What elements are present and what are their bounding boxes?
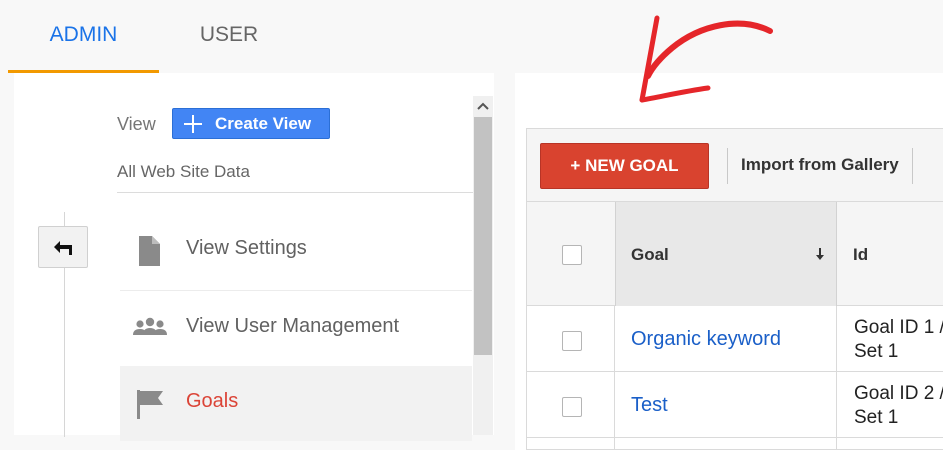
create-view-label: Create View [215,113,312,133]
chevron-up-icon [477,102,489,110]
view-label: View [117,114,156,134]
goal-name-link[interactable]: Test [631,394,668,417]
goal-id-line: Goal ID 2 / [854,383,943,404]
column-separator [836,306,837,450]
view-selector[interactable]: All Web Site Data [117,162,250,182]
goal-set-line: Set 1 [854,407,899,428]
back-arrow-icon [54,241,72,255]
scrollbar-thumb[interactable] [474,117,492,355]
toolbar-separator [727,148,728,184]
goal-name-link[interactable]: Organic keyword [631,328,781,351]
sidebar-item-label: Goals [186,390,239,412]
people-icon [133,317,167,335]
new-goal-button[interactable]: + NEW GOAL [540,143,709,189]
sort-descending-icon [816,248,824,260]
tab-user[interactable]: USER [159,0,299,73]
goal-set-line: Set 1 [854,341,899,362]
goal-id-line: Goal ID 1 / [854,317,943,338]
goal-column-label: Goal [631,245,669,264]
select-all-checkbox[interactable] [562,245,582,265]
tab-admin[interactable]: ADMIN [8,0,159,73]
document-icon [139,236,160,266]
goal-id-cell: Goal ID 1 / Set 1 [854,316,943,364]
row-checkbox[interactable] [562,397,582,417]
column-separator [614,306,615,450]
row-checkbox[interactable] [562,331,582,351]
sidebar-item-label: View User Management [186,315,400,337]
toolbar-separator [912,148,913,184]
scroll-up-button[interactable] [473,96,493,116]
flag-icon [137,390,163,419]
goal-id-cell: Goal ID 2 / Set 1 [854,382,943,430]
sidebar-item-view-user-management[interactable]: View User Management [120,290,472,365]
divider [117,192,473,193]
back-button[interactable] [38,226,88,268]
id-column-label[interactable]: Id [853,245,868,265]
annotation-arrow-icon [639,15,773,103]
sidebar-item-label: View Settings [186,237,307,259]
plus-icon [182,113,204,135]
sidebar-item-view-settings[interactable]: View Settings [120,213,472,288]
import-from-gallery-button[interactable]: Import from Gallery [741,155,899,175]
sidebar-item-goals[interactable]: Goals [120,366,472,441]
create-view-button[interactable]: Create View [172,108,330,139]
